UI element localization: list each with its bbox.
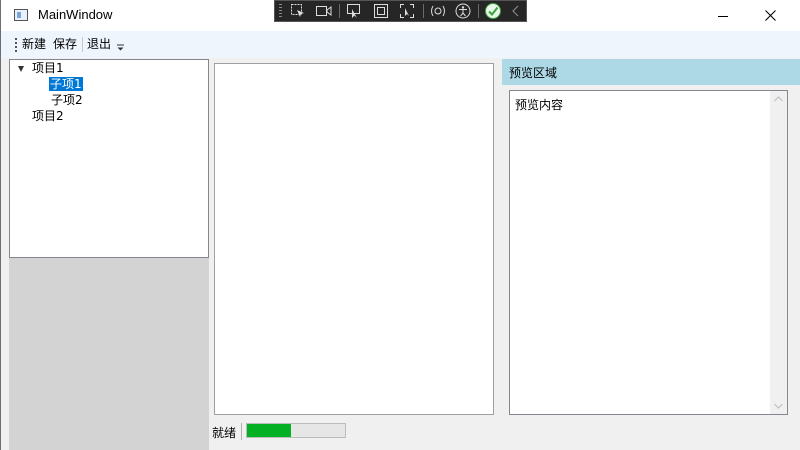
display-adorners-button[interactable] [398,3,416,19]
toolbar-separator [82,37,83,52]
record-button[interactable] [315,3,333,19]
close-icon [764,10,776,21]
select-element-icon [291,4,304,17]
scroll-down-icon[interactable] [774,403,783,409]
toolbar-grip[interactable] [279,4,282,18]
tree-view[interactable]: 项目1 子项1 子项2 项目2 [9,59,209,258]
preview-content: 预览内容 [515,98,564,112]
debug-toolbar [274,0,527,22]
display-adorners-icon [400,4,414,18]
window-title: MainWindow [38,7,113,22]
maximize-button[interactable] [701,0,747,31]
overflow-chevron-icon[interactable] [117,44,124,52]
exit-button[interactable]: 退出 [87,36,111,52]
status-bar: 就绪 [209,420,800,450]
preview-title: 预览区域 [509,66,558,80]
toolbar-grip[interactable] [15,38,17,52]
left-panel-background [9,258,209,450]
center-content-area[interactable] [214,63,494,415]
tree-item-child1[interactable]: 子项1 [49,77,83,92]
app-icon [14,9,28,21]
record-icon [316,6,332,16]
save-button[interactable]: 保存 [53,36,77,52]
status-ok-indicator[interactable] [484,3,502,19]
status-text: 就绪 [212,426,237,440]
tree-item-label: 子项1 [49,77,83,91]
tree-item-label: 子项2 [51,93,83,107]
layout-adorner-icon [374,4,388,18]
tree-item-child2[interactable]: 子项2 [51,93,83,108]
new-button[interactable]: 新建 [22,36,46,52]
collapse-chevron-icon [512,5,519,17]
tree-item-label: 项目1 [32,61,64,75]
main-window: MainWindow 新建 保存 退出 项目1 子项1 子项2 项目2 预览区域… [0,0,800,450]
progress-bar [246,423,346,438]
status-separator [241,423,242,440]
close-button[interactable] [747,0,793,31]
vertical-scrollbar[interactable] [770,91,787,414]
accessibility-icon [455,3,471,19]
preview-header: 预览区域 [502,59,800,85]
scroll-up-icon[interactable] [774,96,783,102]
layout-adorner-button[interactable] [372,3,390,19]
status-ok-icon [485,3,501,19]
collapse-toolbar-button[interactable] [507,3,525,19]
progress-fill [247,424,292,437]
preview-textbox[interactable]: 预览内容 [509,90,788,415]
tree-item-project2[interactable]: 项目2 [32,109,64,124]
hot-reload-icon [431,5,445,17]
track-focus-button[interactable] [345,3,363,19]
hot-reload-button[interactable] [429,3,447,19]
expand-toggle-icon[interactable] [18,66,24,72]
select-element-button[interactable] [289,3,307,19]
track-focus-icon [347,4,360,18]
accessibility-button[interactable] [454,3,472,19]
tree-item-project1[interactable]: 项目1 [18,61,64,76]
tree-item-label: 项目2 [32,109,64,123]
